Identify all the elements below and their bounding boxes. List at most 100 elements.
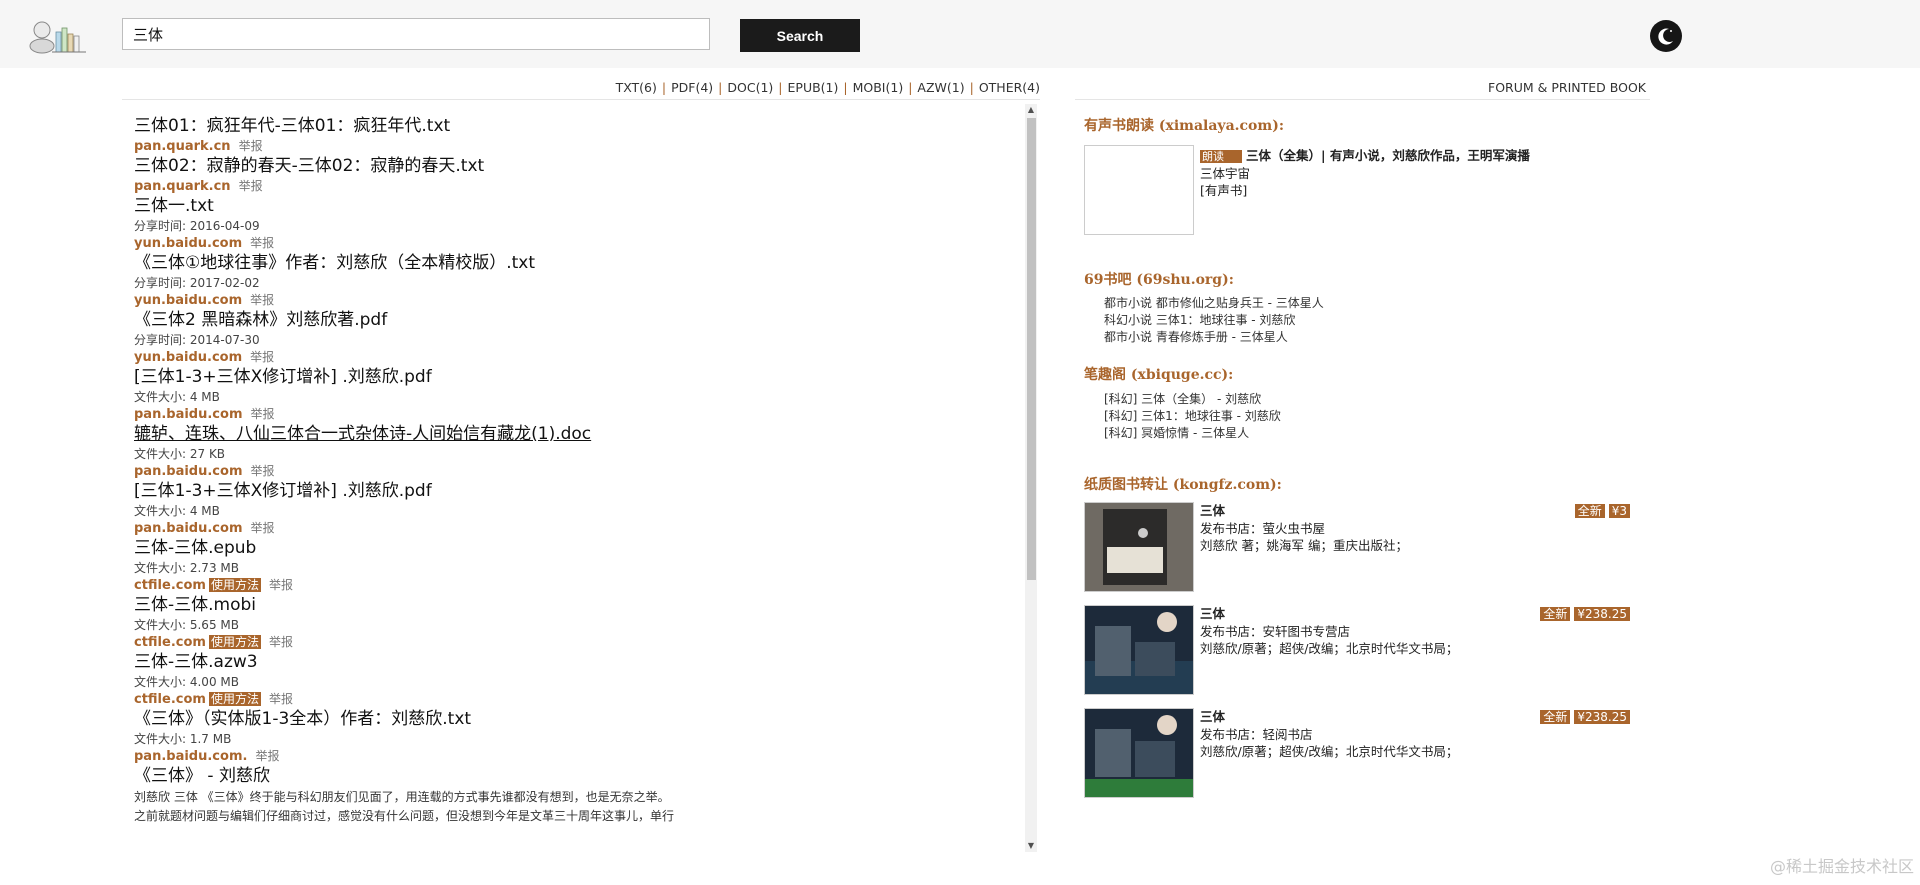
report-link[interactable]: 举报 [239,139,263,153]
result-item: 《三体》 - 刘慈欣刘慈欣 三体 《三体》终于能与科幻朋友们见面了，用连载的方式… [134,765,1024,826]
report-link[interactable]: 举报 [251,521,275,535]
scroll-up-icon[interactable]: ▲ [1025,104,1037,116]
result-title[interactable]: 三体02：寂静的春天-三体02：寂静的春天.txt [134,155,1024,178]
shu69-heading: 69书吧 (69shu.org): [1084,272,1234,288]
book-cover[interactable] [1084,605,1194,695]
result-source: yun.baidu.com 举报 [134,349,1024,366]
filter-other[interactable]: OTHER(4) [979,80,1040,95]
howto-badge[interactable]: 使用方法 [208,578,261,592]
price-badge: ¥238.25 [1574,607,1630,621]
list-item[interactable]: 科幻小说 三体1：地球往事 - 刘慈欣 [1104,312,1324,329]
search-input[interactable] [122,18,710,50]
list-item[interactable]: 都市小说 都市修仙之贴身兵王 - 三体星人 [1104,295,1324,312]
source-domain-link[interactable]: pan.baidu.com [134,521,243,536]
result-title[interactable]: [三体1-3+三体X修订增补] .刘慈欣.pdf [134,366,1024,389]
filter-pdf[interactable]: PDF(4) [671,80,713,95]
list-item[interactable]: [科幻] 冥婚惊情 - 三体星人 [1104,425,1281,442]
result-source: pan.baidu.com. 举报 [134,748,1024,765]
result-source: pan.baidu.com 举报 [134,463,1024,480]
forum-link[interactable]: FORUM & PRINTED BOOK [1400,80,1646,95]
book-item[interactable]: 三体 发布书店：萤火虫书屋 刘慈欣 著；姚海军 编；重庆出版社； 全新 ¥3 [1084,502,1630,594]
result-title[interactable]: 《三体①地球往事》作者：刘慈欣（全本精校版）.txt [134,252,1024,275]
scrollbar[interactable]: ▲ ▼ [1025,104,1037,852]
result-description: 刘慈欣 三体 《三体》终于能与科幻朋友们见面了，用连载的方式事先谁都没有想到，也… [134,790,670,804]
audio-item[interactable]: 朗读 三体（全集）| 有声小说，刘慈欣作品，王明军演播 三体宇宙 [有声书] [1084,145,1644,237]
source-domain-link[interactable]: yun.baidu.com [134,293,242,308]
book-title[interactable]: 三体 [1200,708,1458,726]
report-link[interactable]: 举报 [255,749,279,763]
condition-badge: 全新 [1574,504,1605,518]
result-source: ctfile.com 使用方法 举报 [134,634,1024,651]
report-link[interactable]: 举报 [250,350,274,364]
result-item: 辘轳、连珠、八仙三体合一式杂体诗-人间始信有藏龙(1).doc 文件大小: 27 … [134,423,1024,480]
source-domain-link[interactable]: yun.baidu.com [134,350,242,365]
report-link[interactable]: 举报 [269,692,293,706]
result-item: 《三体①地球往事》作者：刘慈欣（全本精校版）.txt 分享时间: 2017-02-… [134,252,1024,309]
book-shop: 发布书店：萤火虫书屋 [1200,520,1326,536]
result-title[interactable]: 《三体》（实体版1-3全本）作者：刘慈欣.txt [134,708,1024,731]
format-filter-bar: TXT(6) | PDF(4) | DOC(1) | EPUB(1) | MOBI(1) | AZW… [615,80,1040,95]
book-item[interactable]: 三体 发布书店：轻阅书店 刘慈欣/原著；超侠/改编；北京时代华文书局； 全新 ¥2… [1084,708,1630,800]
report-link[interactable]: 举报 [269,635,293,649]
result-item: [三体1-3+三体X修订增补] .刘慈欣.pdf 文件大小: 4 MB pan.ba… [134,366,1024,423]
report-link[interactable]: 举报 [250,236,274,250]
result-item: [三体1-3+三体X修订增补] .刘慈欣.pdf 文件大小: 4 MB pan.ba… [134,480,1024,537]
source-domain-link[interactable]: pan.quark.cn [134,139,231,154]
search-button[interactable]: Search [740,19,860,52]
scroll-down-icon[interactable]: ▼ [1025,840,1037,852]
source-domain-link[interactable]: pan.quark.cn [134,179,231,194]
result-title[interactable]: 辘轳、连珠、八仙三体合一式杂体诗-人间始信有藏龙(1).doc [134,423,1024,446]
source-domain-link[interactable]: ctfile.com [134,692,206,707]
list-item[interactable]: [科幻] 三体（全集） - 刘慈欣 [1104,391,1281,408]
kongfz-heading: 纸质图书转让 (kongfz.com): [1084,477,1282,493]
filter-azw[interactable]: AZW(1) [917,80,964,95]
audio-title[interactable]: 三体（全集）| 有声小说，刘慈欣作品，王明军演播 [1246,148,1530,163]
result-meta: 文件大小: 4 MB [134,390,220,404]
result-title[interactable]: 《三体2 黑暗森林》刘慈欣著.pdf [134,309,1024,332]
result-title[interactable]: 三体-三体.azw3 [134,651,1024,674]
filter-mobi[interactable]: MOBI(1) [853,80,904,95]
result-title[interactable]: 三体01：疯狂年代-三体01：疯狂年代.txt [134,115,1024,138]
audio-cover[interactable] [1084,145,1194,235]
moon-icon[interactable] [1650,20,1682,52]
filter-txt[interactable]: TXT(6) [616,80,657,95]
book-title[interactable]: 三体 [1200,605,1458,623]
howto-badge[interactable]: 使用方法 [208,635,261,649]
result-title[interactable]: 三体-三体.mobi [134,594,1024,617]
result-title[interactable]: 三体-三体.epub [134,537,1024,560]
result-meta: 文件大小: 4 MB [134,504,220,518]
source-domain-link[interactable]: pan.baidu.com. [134,749,247,764]
sidebar-panel: 有声书朗读 (ximalaya.com): 朗读 三体（全集）| 有声小说，刘慈欣… [1084,115,1644,798]
report-link[interactable]: 举报 [250,293,274,307]
report-link[interactable]: 举报 [251,464,275,478]
list-item[interactable]: [科幻] 三体1：地球往事 - 刘慈欣 [1104,408,1281,425]
source-domain-link[interactable]: pan.baidu.com [134,464,243,479]
source-domain-link[interactable]: pan.baidu.com [134,407,243,422]
filter-epub[interactable]: EPUB(1) [788,80,839,95]
result-source: yun.baidu.com 举报 [134,292,1024,309]
howto-badge[interactable]: 使用方法 [208,692,261,706]
result-title[interactable]: [三体1-3+三体X修订增补] .刘慈欣.pdf [134,480,1024,503]
book-cover[interactable] [1084,502,1194,592]
result-source: pan.quark.cn 举报 [134,178,1024,195]
report-link[interactable]: 举报 [269,578,293,592]
price-badge: ¥3 [1608,504,1630,518]
book-item[interactable]: 三体 发布书店：安轩图书专营店 刘慈欣/原著；超侠/改编；北京时代华文书局； 全… [1084,605,1630,697]
book-cover[interactable] [1084,708,1194,798]
result-source: pan.baidu.com 举报 [134,406,1024,423]
report-link[interactable]: 举报 [251,407,275,421]
result-item: 三体-三体.epub 文件大小: 2.73 MB ctfile.com 使用方法 举报 [134,537,1024,594]
list-item[interactable]: 都市小说 青春修炼手册 - 三体星人 [1104,329,1324,346]
books-logo-icon[interactable] [26,16,90,56]
source-domain-link[interactable]: ctfile.com [134,578,206,593]
book-title[interactable]: 三体 [1200,502,1408,520]
source-domain-link[interactable]: yun.baidu.com [134,236,242,251]
result-title[interactable]: 三体一.txt [134,195,1024,218]
result-item: 《三体2 黑暗森林》刘慈欣著.pdf 分享时间: 2014-07-30 yun.ba… [134,309,1024,366]
report-link[interactable]: 举报 [239,179,263,193]
filter-doc[interactable]: DOC(1) [727,80,773,95]
result-title[interactable]: 《三体》 - 刘慈欣 [134,765,1024,788]
scroll-thumb[interactable] [1027,118,1036,580]
read-tag: 朗读 [1200,150,1242,163]
source-domain-link[interactable]: ctfile.com [134,635,206,650]
